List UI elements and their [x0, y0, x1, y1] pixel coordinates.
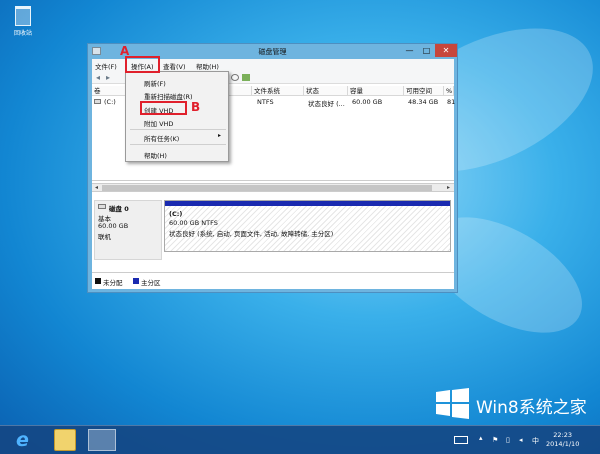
cell-free: 48.34 GB [408, 98, 439, 106]
col-capacity[interactable]: 容量 [348, 86, 404, 96]
properties-icon[interactable] [242, 74, 250, 81]
menu-item-help[interactable]: 帮助(H) [144, 150, 167, 160]
partition-size: 60.00 GB NTFS [169, 219, 218, 227]
highlight-box-action-menu [125, 56, 160, 73]
disk-info-panel[interactable]: 磁盘 0 基本 60.00 GB 联机 [94, 200, 162, 260]
col-percent[interactable]: % [444, 86, 454, 96]
cell-percent: 81 [447, 98, 456, 106]
close-button[interactable]: ✕ [435, 44, 457, 57]
desktop: 回收站 磁盘管理 — □ ✕ 文件(F) 操作(A) 查看(V) 帮助(H) ◂… [0, 0, 600, 454]
legend-swatch-primary [133, 278, 139, 284]
menu-view[interactable]: 查看(V) [163, 61, 186, 71]
recycle-bin-label: 回收站 [13, 30, 32, 37]
cell-capacity: 60.00 GB [352, 98, 383, 106]
scroll-right-icon[interactable]: ▸ [444, 184, 453, 192]
disk-graphical-view: 磁盘 0 基本 60.00 GB 联机 (C:) 60.00 GB NTFS 状… [92, 192, 454, 272]
ime-icon[interactable]: 中 [532, 436, 539, 446]
legend-label-unallocated: 未分配 [103, 279, 123, 287]
legend-bar: 未分配 主分区 [92, 272, 454, 289]
forward-icon[interactable]: ▸ [106, 74, 114, 82]
col-status[interactable]: 状态 [304, 86, 348, 96]
back-icon[interactable]: ◂ [96, 74, 104, 82]
partition-bar [165, 201, 450, 206]
highlight-box-create-vhd [140, 101, 187, 115]
recycle-bin-icon [15, 6, 31, 26]
minimize-button[interactable]: — [401, 44, 418, 57]
scroll-left-icon[interactable]: ◂ [92, 184, 101, 192]
partition-label: (C:) [169, 210, 183, 218]
maximize-button[interactable]: □ [418, 44, 435, 57]
tray-up-arrow-icon[interactable]: ▴ [479, 434, 483, 442]
disk-management-task-icon[interactable] [88, 429, 116, 451]
internet-explorer-icon[interactable]: e [16, 429, 38, 451]
clock-time: 22:23 [553, 431, 573, 439]
menu-item-refresh[interactable]: 刷新(F) [144, 78, 166, 88]
menu-item-rescan[interactable]: 重新扫描磁盘(R) [144, 91, 193, 101]
col-filesystem[interactable]: 文件系统 [252, 86, 304, 96]
menu-item-attach-vhd[interactable]: 附加 VHD [144, 118, 173, 128]
action-menu-dropdown: 刷新(F) 重新扫描磁盘(R) 创建 VHD 附加 VHD 所有任务(K) ▸ … [125, 71, 229, 162]
clock-date: 2014/1/10 [546, 440, 580, 448]
horizontal-scrollbar[interactable]: ◂ ▸ [92, 183, 454, 192]
watermark-text: Win8系统之家 [476, 398, 587, 418]
menu-file[interactable]: 文件(F) [95, 61, 117, 71]
partition-status: 状态良好 (系统, 启动, 页面文件, 活动, 故障转储, 主分区) [169, 230, 334, 238]
keyboard-icon[interactable] [454, 436, 468, 444]
rescan-icon[interactable] [231, 74, 239, 81]
taskbar: e ▴ ⚑ ▯ ◂ 中 22:23 2014/1/10 [0, 425, 600, 454]
menu-separator [130, 144, 226, 145]
disk-icon [98, 204, 106, 209]
flag-icon[interactable]: ⚑ [492, 436, 498, 444]
scroll-thumb[interactable] [102, 185, 432, 191]
partition-c[interactable]: (C:) 60.00 GB NTFS 状态良好 (系统, 启动, 页面文件, 活… [164, 200, 451, 252]
col-free[interactable]: 可用空间 [404, 86, 444, 96]
submenu-arrow-icon: ▸ [217, 132, 221, 139]
disk-state: 联机 [98, 233, 111, 241]
cell-volume: (C:) [104, 98, 116, 106]
annotation-marker-b: B [191, 100, 201, 114]
menu-separator [130, 129, 226, 130]
recycle-bin-shortcut[interactable]: 回收站 [8, 6, 38, 37]
disk-size: 60.00 GB [98, 222, 129, 230]
network-icon[interactable]: ▯ [506, 436, 510, 444]
disk-name: 磁盘 0 [109, 205, 129, 213]
volume-icon[interactable]: ◂ [519, 436, 523, 444]
windows-logo-icon [436, 388, 469, 419]
cell-filesystem: NTFS [257, 98, 274, 106]
menu-item-all-tasks[interactable]: 所有任务(K) [144, 133, 179, 143]
legend-label-primary: 主分区 [141, 279, 161, 287]
legend-swatch-unallocated [95, 278, 101, 284]
menu-help[interactable]: 帮助(H) [196, 61, 219, 71]
clock[interactable]: 22:23 2014/1/10 [546, 431, 579, 449]
watermark: Win8系统之家 [436, 386, 598, 422]
annotation-marker-a: A [120, 44, 130, 58]
file-explorer-icon[interactable] [54, 429, 76, 451]
cell-status: 状态良好 (... [308, 100, 345, 108]
drive-icon [94, 99, 101, 104]
